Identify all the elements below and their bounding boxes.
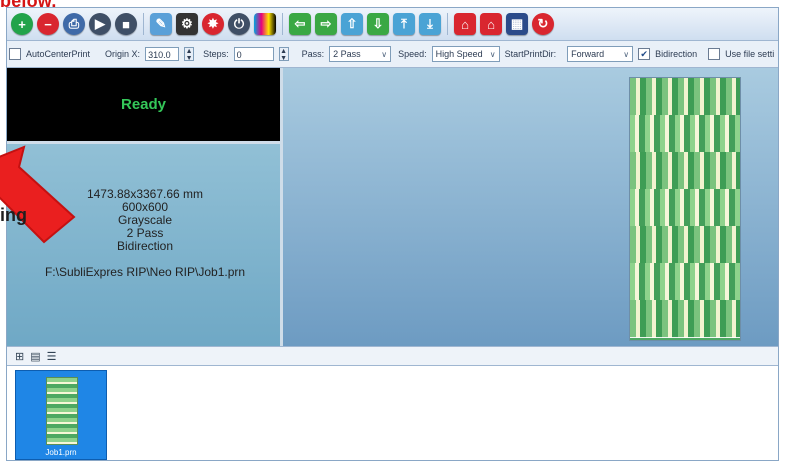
toolbar-separator	[143, 13, 144, 35]
job-item[interactable]: Job1.prn	[15, 370, 107, 460]
pattern-tile	[630, 152, 740, 190]
job-name: Job1.prn	[45, 448, 77, 457]
clean-icon[interactable]: ✸	[202, 13, 224, 35]
print-preview-panel	[283, 68, 778, 346]
speed-select[interactable]: High Speed	[431, 46, 500, 62]
detail-view-icon[interactable]: ▤	[30, 350, 40, 363]
start-dir-label: StartPrintDir:	[504, 49, 557, 59]
status-display: Ready	[7, 68, 280, 144]
print-settings-bar: AutoCenterPrint Origin X: 310.0 ▲ ▼ Steps…	[7, 41, 778, 68]
origin-input[interactable]: 310.0	[145, 47, 180, 61]
download-icon[interactable]: ⤓	[419, 13, 441, 35]
pattern-tile	[630, 78, 740, 116]
start-dir-select[interactable]: Forward	[567, 46, 634, 62]
display-icon[interactable]: ▦	[506, 13, 528, 35]
pattern-tile	[630, 226, 740, 264]
stop-icon[interactable]: ■	[115, 13, 137, 35]
job-list: Job1.prn	[7, 366, 778, 460]
bidirection-label: Bidirection	[655, 49, 698, 59]
toolbar-separator	[447, 13, 448, 35]
steps-input[interactable]: 0	[233, 47, 274, 61]
pass-label: Pass:	[301, 49, 325, 59]
remove-icon[interactable]: −	[37, 13, 59, 35]
add-icon[interactable]: +	[11, 13, 33, 35]
annotation-text: ing	[0, 205, 27, 225]
steps-spinner[interactable]: ▲ ▼	[278, 47, 289, 62]
refresh-icon[interactable]: ↻	[532, 13, 554, 35]
power-icon[interactable]: ⏻	[228, 13, 250, 35]
main-toolbar: + − ⎙ ▶ ■ ✎ ⚙ ✸ ⏻ ⇦ ⇨ ⇧ ⇩ ⤒ ⤓ ⌂ ⌂ ▦ ↻	[7, 8, 778, 41]
print-icon[interactable]: ⎙	[63, 13, 85, 35]
origin-label: Origin X:	[105, 49, 141, 59]
toolbar-separator	[282, 13, 283, 35]
home-icon[interactable]: ⌂	[454, 13, 476, 35]
pass-select[interactable]: 2 Pass	[329, 46, 392, 62]
speed-label: Speed:	[398, 49, 427, 59]
play-icon[interactable]: ▶	[89, 13, 111, 35]
steps-label: Steps:	[203, 49, 229, 59]
arrow-left-icon[interactable]: ⇦	[289, 13, 311, 35]
annotation-arrow	[0, 145, 76, 244]
use-file-label: Use file setti	[725, 49, 775, 59]
arrow-right-icon[interactable]: ⇨	[315, 13, 337, 35]
home-alt-icon[interactable]: ⌂	[480, 13, 502, 35]
move-down-icon[interactable]: ⇩	[367, 13, 389, 35]
move-up-icon[interactable]: ⇧	[341, 13, 363, 35]
pattern-tile	[630, 263, 740, 301]
job-path: F:\SubliExpres RIP\Neo RIP\Job1.prn	[44, 265, 246, 279]
settings-icon[interactable]: ⚙	[176, 13, 198, 35]
origin-spinner[interactable]: ▲ ▼	[184, 47, 195, 62]
pattern-tile	[630, 300, 740, 338]
job-list-toolbar: ⊞ ▤ ☰	[7, 346, 778, 366]
preview-image[interactable]	[629, 77, 741, 341]
color-icon[interactable]	[254, 13, 276, 35]
rip-app-window: + − ⎙ ▶ ■ ✎ ⚙ ✸ ⏻ ⇦ ⇨ ⇧ ⇩ ⤒ ⤓ ⌂ ⌂ ▦ ↻ Au…	[6, 7, 779, 461]
pattern-tile	[630, 189, 740, 227]
upload-icon[interactable]: ⤒	[393, 13, 415, 35]
pattern-tile	[630, 115, 740, 153]
list-view-icon[interactable]: ☰	[47, 350, 57, 363]
thumbnail-view-icon[interactable]: ⊞	[15, 350, 24, 363]
edit-icon[interactable]: ✎	[150, 13, 172, 35]
use-file-checkbox[interactable]	[708, 48, 721, 60]
autocenter-label: AutoCenterPrint	[26, 49, 91, 59]
autocenter-checkbox[interactable]	[9, 48, 21, 60]
bidirection-checkbox[interactable]: ✔	[638, 48, 651, 60]
job-thumbnail	[46, 377, 78, 445]
